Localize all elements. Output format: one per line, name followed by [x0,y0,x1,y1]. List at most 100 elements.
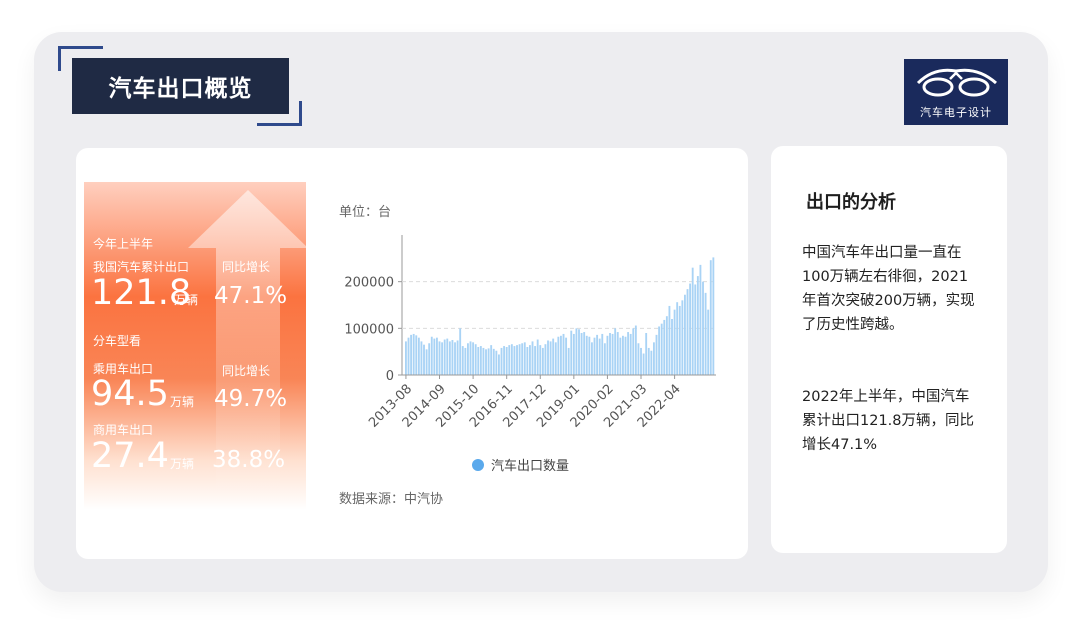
bar [624,336,627,375]
bar [539,345,542,375]
bar [554,342,557,375]
commercial-export-unit: 万辆 [170,457,195,471]
bar [428,343,431,375]
passenger-export-value: 94.5 [91,374,169,414]
bar [436,337,438,375]
bar [637,343,640,375]
bar [549,341,552,375]
bar [704,292,707,375]
by-type-label: 分车型看 [93,334,142,348]
bar [498,354,500,375]
bar [425,349,428,375]
bar [405,341,407,375]
bar [544,344,547,375]
bar [634,325,637,375]
analysis-paragraph-1: 中国汽车年出口量一直在100万辆左右徘徊，2021年首次突破200万辆，实现了历… [802,245,975,333]
export-bar-chart: 01000002000002013-082014-092015-102016-1… [344,235,716,431]
bar [505,347,508,375]
bar [474,344,477,375]
passenger-growth-label: 同比增长 [222,364,271,378]
brand-logo: 汽车电子设计 [904,59,1008,125]
bar [665,316,668,375]
bar [560,335,562,375]
bar [412,333,415,375]
bar [541,347,544,375]
bar [547,340,549,375]
bar [629,333,632,375]
legend-dot-icon [472,458,484,471]
bar [410,334,413,375]
bar [709,260,712,375]
bar [671,319,673,375]
bar [492,348,495,375]
passenger-export-unit: 万辆 [170,395,195,409]
commercial-growth-value: 38.8% [212,447,286,473]
bar [534,346,537,375]
bar [565,337,568,375]
bar [472,342,475,375]
bar [614,328,617,375]
bar [611,333,614,375]
bar [593,337,596,375]
bar [606,335,609,375]
bar [510,344,513,375]
bar [467,343,469,375]
bar [627,332,630,375]
bar [508,345,511,375]
bar [678,305,681,375]
bar [500,347,503,375]
bar [702,281,704,375]
y-tick-label: 200000 [344,276,394,291]
bar [438,341,441,375]
bar [461,346,464,375]
bar [686,289,689,375]
bar [696,276,699,375]
legend-label: 汽车出口数量 [491,459,570,474]
bar [660,323,663,375]
bar [518,344,521,375]
bar [588,336,591,375]
bar [503,346,506,375]
bar [653,342,655,375]
bar [622,335,624,375]
bar [655,334,658,375]
bar [583,332,586,375]
total-growth-value: 47.1% [214,283,288,309]
bar [689,283,692,375]
bar [647,347,650,375]
total-export-unit: 万辆 [174,293,199,307]
bar [707,309,710,375]
bar [585,335,588,375]
bar [632,328,635,375]
bar [591,342,593,375]
bar [575,328,578,375]
chart-legend[interactable]: 汽车出口数量 [472,455,569,474]
passenger-growth-value: 49.7% [214,386,288,412]
bar [658,326,661,375]
bar [663,319,666,375]
title-banner: 汽车出口概览 [72,58,289,114]
bar [603,343,606,375]
bar [456,340,459,375]
y-tick-label: 0 [386,369,394,384]
bar [513,346,516,375]
bar [479,346,482,375]
bar [433,338,436,375]
bar [609,333,611,375]
period-label: 今年上半年 [93,237,154,251]
bar [570,330,573,375]
bar [454,342,456,375]
bar [580,333,583,375]
bar [557,336,560,375]
bar [676,302,679,375]
bar [642,353,645,375]
bar [477,347,480,375]
bar [645,333,648,375]
bar [490,345,493,375]
bar [469,341,472,375]
bar [446,338,449,375]
bar [487,348,490,375]
bar [495,350,498,375]
bar [420,341,423,375]
bar [578,329,580,375]
